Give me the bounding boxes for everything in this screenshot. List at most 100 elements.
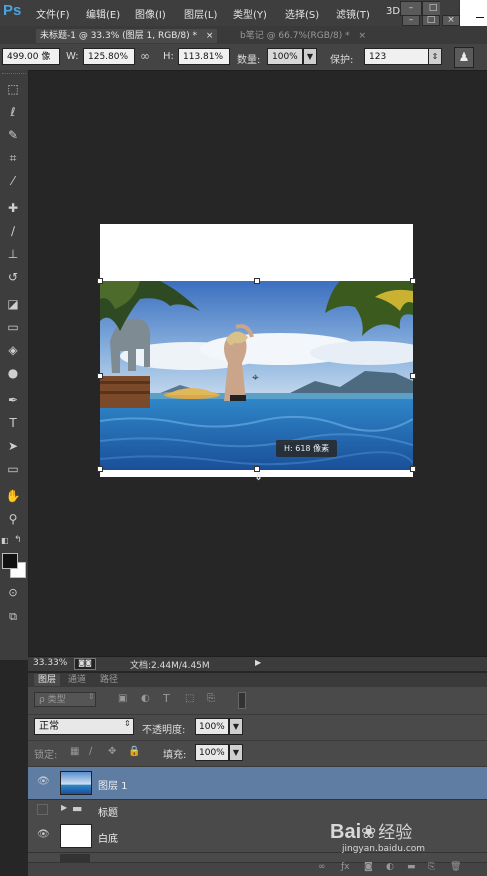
transform-handle-top-left[interactable] xyxy=(97,278,103,284)
filter-label: ρ 类型 xyxy=(39,695,66,705)
default-colors-icon[interactable]: ◧ xyxy=(1,536,9,545)
visibility-toggle[interactable] xyxy=(37,804,48,815)
delete-layer-icon[interactable]: 🗑 xyxy=(450,862,461,872)
link-icon[interactable]: ∞ xyxy=(140,49,150,63)
healing-brush-tool-icon[interactable]: ✚ xyxy=(3,199,23,217)
select-arrows-icon[interactable]: ⇕ xyxy=(88,692,95,701)
brush-tool-icon[interactable]: ∕ xyxy=(3,222,23,240)
panel-close-icon[interactable]: × xyxy=(442,15,460,26)
shape-filter-icon[interactable]: ⬚ xyxy=(185,693,194,704)
type-filter-icon[interactable]: T xyxy=(163,692,170,705)
minimize-icon[interactable]: – xyxy=(400,1,422,16)
new-group-icon[interactable]: ▬ xyxy=(407,862,416,872)
reference-point-icon: ⌖ xyxy=(252,370,259,384)
select-arrows-icon[interactable]: ⇕ xyxy=(428,48,442,65)
fill-field[interactable]: 100% xyxy=(195,744,229,761)
gradient-tool-icon[interactable]: ▭ xyxy=(3,318,23,336)
menu-file[interactable]: 文件(F) xyxy=(36,6,70,21)
adjustment-filter-icon[interactable]: ◐ xyxy=(141,693,150,704)
opacity-field[interactable]: 100% xyxy=(195,718,229,735)
chevron-down-icon[interactable]: ▼ xyxy=(229,718,243,735)
width-field[interactable]: 125.80% xyxy=(83,48,135,65)
foreground-color-swatch[interactable] xyxy=(2,553,18,569)
lock-transparent-icon[interactable]: ▦ xyxy=(70,746,79,757)
zoom-level[interactable]: 33.33% xyxy=(33,658,67,668)
tab-channels[interactable]: 通道 xyxy=(64,674,90,686)
new-layer-icon[interactable]: ⎘ xyxy=(428,862,435,872)
crop-tool-icon[interactable]: ⌗ xyxy=(3,149,23,167)
tab-untitled-1[interactable]: 未标题-1 @ 33.3% (图层 1, RGB/8) * × xyxy=(36,29,218,43)
tab-layers[interactable]: 图层 xyxy=(34,674,61,686)
amount-field[interactable]: 100% xyxy=(267,48,303,65)
dodge-tool-icon[interactable]: ● xyxy=(3,364,23,382)
clone-stamp-tool-icon[interactable]: ⊥ xyxy=(3,245,23,263)
blend-mode-select[interactable]: 正常 xyxy=(34,718,134,735)
transform-handle-middle-right[interactable] xyxy=(410,373,416,379)
eyedropper-tool-icon[interactable]: ⁄ xyxy=(3,172,23,190)
minimize-icon[interactable] xyxy=(476,17,484,18)
x-position-field[interactable]: 499.00 像 xyxy=(2,48,60,65)
layer-kind-filter[interactable]: ρ 类型 xyxy=(34,692,96,707)
quick-selection-tool-icon[interactable]: ✎ xyxy=(3,126,23,144)
rectangle-tool-icon[interactable]: ▭ xyxy=(3,460,23,478)
layer-style-icon[interactable]: ƒx xyxy=(341,862,350,872)
tab-paths[interactable]: 路径 xyxy=(96,674,122,686)
visibility-eye-icon[interactable]: 👁 xyxy=(37,829,50,840)
link-layers-icon[interactable]: ∞ xyxy=(318,862,326,872)
transform-handle-middle-left[interactable] xyxy=(97,373,103,379)
lock-image-icon[interactable]: ∕ xyxy=(89,746,92,757)
panel-restore-icon[interactable]: □ xyxy=(422,15,440,26)
layer-thumbnail xyxy=(60,824,92,848)
protect-select[interactable]: 123 xyxy=(364,48,430,65)
blur-tool-icon[interactable]: ◈ xyxy=(3,341,23,359)
layer-row-layer-1[interactable] xyxy=(28,767,487,800)
add-mask-icon[interactable]: ◙ xyxy=(364,862,373,872)
transform-handle-top-right[interactable] xyxy=(410,278,416,284)
swap-colors-icon[interactable]: ↰ xyxy=(14,535,22,545)
menu-type[interactable]: 类型(Y) xyxy=(233,6,267,21)
layer-name[interactable]: 图层 1 xyxy=(98,777,128,792)
layer-name[interactable]: 标题 xyxy=(98,804,118,819)
chevron-down-icon[interactable]: ▼ xyxy=(303,48,317,65)
menu-image[interactable]: 图像(I) xyxy=(135,6,166,21)
tab-close-icon[interactable]: × xyxy=(206,31,214,41)
height-field[interactable]: 113.81% xyxy=(178,48,230,65)
tab-b-note[interactable]: b笔记 @ 66.7%(RGB/8) * × xyxy=(236,29,370,43)
zoom-tool-icon[interactable]: ⚲ xyxy=(3,510,23,528)
transform-handle-bottom-right[interactable] xyxy=(410,466,416,472)
menu-filter[interactable]: 滤镜(T) xyxy=(336,6,370,21)
hand-tool-icon[interactable]: ✋ xyxy=(3,487,23,505)
expand-arrow-icon[interactable]: ▶ xyxy=(61,803,67,812)
eraser-tool-icon[interactable]: ◪ xyxy=(3,295,23,313)
status-menu-arrow-icon[interactable]: ▶ xyxy=(255,658,261,667)
menu-select[interactable]: 选择(S) xyxy=(285,6,319,21)
select-arrows-icon[interactable]: ⇕ xyxy=(124,719,131,728)
transform-handle-bottom-left[interactable] xyxy=(97,466,103,472)
marquee-tool-icon[interactable]: ⬚ xyxy=(3,80,23,98)
pen-tool-icon[interactable]: ✒ xyxy=(3,391,23,409)
layers-footer xyxy=(28,862,487,876)
menu-layer[interactable]: 图层(L) xyxy=(184,6,217,21)
lock-position-icon[interactable]: ✥ xyxy=(108,746,116,757)
proof-view-icon[interactable]: ◙◙ xyxy=(74,658,96,670)
visibility-eye-icon[interactable]: 👁 xyxy=(37,776,50,787)
menu-3d[interactable]: 3D xyxy=(386,6,400,17)
smart-object-filter-icon[interactable]: ⎘ xyxy=(207,693,215,704)
path-selection-tool-icon[interactable]: ➤ xyxy=(3,437,23,455)
protect-skin-tones-icon[interactable]: ♟ xyxy=(454,47,474,68)
lasso-tool-icon[interactable]: ℓ xyxy=(3,103,23,121)
panel-minimize-icon[interactable]: – xyxy=(402,15,420,26)
menu-edit[interactable]: 编辑(E) xyxy=(86,6,120,21)
pixel-filter-icon[interactable]: ▣ xyxy=(118,693,127,704)
adjustment-layer-icon[interactable]: ◐ xyxy=(386,862,394,872)
lock-all-icon[interactable]: 🔒 xyxy=(128,746,140,757)
transform-handle-top-center[interactable] xyxy=(254,278,260,284)
type-tool-icon[interactable]: T xyxy=(3,414,23,432)
history-brush-tool-icon[interactable]: ↺ xyxy=(3,268,23,286)
layer-name[interactable]: 白底 xyxy=(98,830,118,845)
quick-mask-icon[interactable]: ⊙ xyxy=(3,584,23,602)
filter-toggle[interactable] xyxy=(238,692,246,709)
tab-close-icon[interactable]: × xyxy=(358,31,366,41)
chevron-down-icon[interactable]: ▼ xyxy=(229,744,243,761)
screen-mode-icon[interactable]: ⧉ xyxy=(3,608,23,626)
